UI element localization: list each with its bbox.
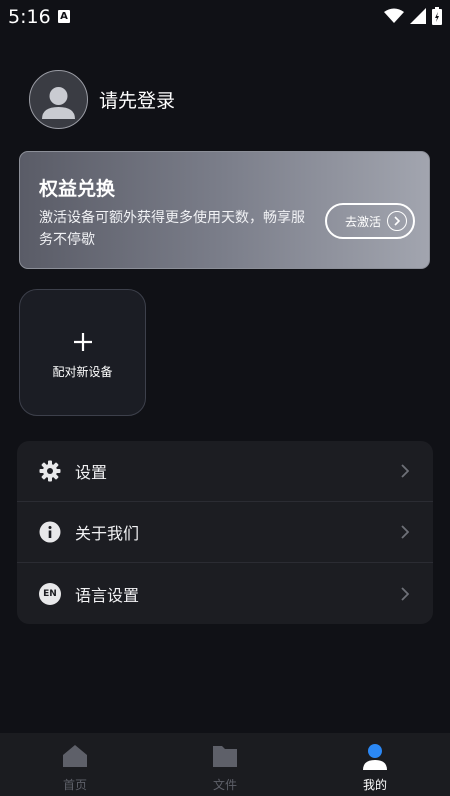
menu-item-settings[interactable]: 设置 xyxy=(17,441,433,502)
menu-label-language: 语言设置 xyxy=(75,585,140,605)
home-icon xyxy=(63,745,87,767)
pair-device-label: 配对新设备 xyxy=(52,365,113,379)
login-prompt[interactable]: 请先登录 xyxy=(99,86,175,113)
menu-item-language[interactable]: EN 语言设置 xyxy=(17,563,433,624)
plus-icon xyxy=(73,333,92,351)
nav-item-home[interactable]: 首页 xyxy=(0,733,150,796)
bottom-nav: 首页 文件 我的 xyxy=(0,733,450,796)
redeem-card: 权益兑换 激活设备可额外获得更多使用天数，畅享服务不停歇 去激活 xyxy=(19,151,430,269)
chevron-right-icon xyxy=(401,586,409,601)
language-icon-text: EN xyxy=(43,588,57,599)
chevron-right-circle-icon xyxy=(387,211,407,231)
menu-item-about[interactable]: 关于我们 xyxy=(17,502,433,563)
profile-header[interactable]: 请先登录 xyxy=(29,70,175,129)
nav-item-files[interactable]: 文件 xyxy=(150,733,300,796)
default-avatar-icon xyxy=(42,87,75,119)
activate-label: 去激活 xyxy=(345,214,382,229)
profile-icon xyxy=(363,744,387,770)
nav-item-profile[interactable]: 我的 xyxy=(300,733,450,796)
signal-icon xyxy=(410,8,426,24)
folder-icon xyxy=(213,746,237,767)
battery-icon xyxy=(432,7,442,25)
redeem-title: 权益兑换 xyxy=(39,178,116,200)
nav-label-files: 文件 xyxy=(212,778,237,792)
wifi-icon xyxy=(384,8,404,23)
nav-label-profile: 我的 xyxy=(362,778,387,792)
settings-menu: 设置 关于我们 EN 语言设置 xyxy=(17,441,433,624)
menu-label-settings: 设置 xyxy=(75,463,108,482)
avatar[interactable] xyxy=(29,70,88,129)
redeem-description: 激活设备可额外获得更多使用天数，畅享服务不停歇 xyxy=(39,210,305,248)
info-icon xyxy=(39,521,61,543)
status-time: 5:16 xyxy=(8,6,51,28)
nav-label-home: 首页 xyxy=(62,778,87,792)
status-icons xyxy=(384,7,442,25)
activate-button[interactable]: 去激活 xyxy=(325,203,415,239)
menu-label-about: 关于我们 xyxy=(75,524,140,543)
status-bar: 5:16 A xyxy=(0,0,450,34)
language-icon: EN xyxy=(39,582,61,605)
pair-device-button[interactable]: 配对新设备 xyxy=(19,289,146,416)
chevron-right-icon xyxy=(401,525,409,539)
chevron-right-icon xyxy=(401,464,409,478)
gear-icon xyxy=(39,460,61,482)
notification-icon: A xyxy=(58,10,70,23)
